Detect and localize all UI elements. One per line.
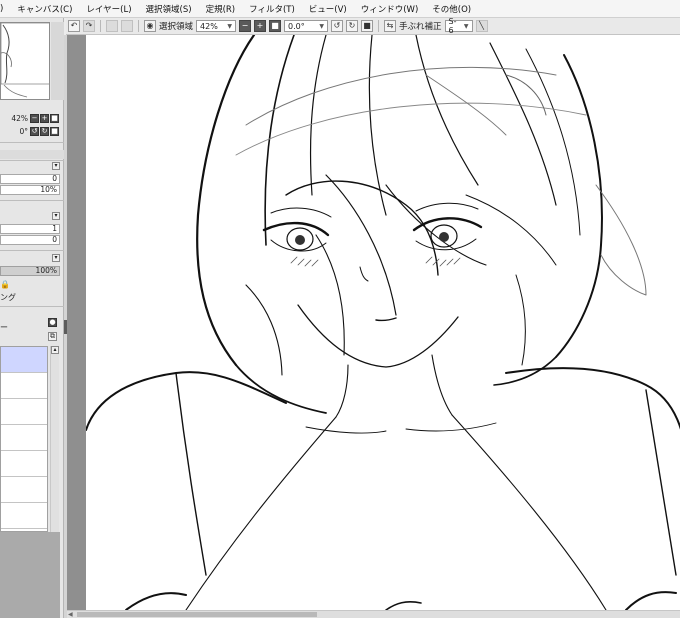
undo-icon[interactable]: ↶ bbox=[68, 20, 80, 32]
navigator-rotation-row: 0° ↺ ↻ ■ bbox=[0, 127, 64, 136]
layer-row[interactable] bbox=[1, 451, 47, 477]
canvas-workspace[interactable] bbox=[67, 35, 680, 610]
menu-item-layer[interactable]: レイヤー(L) bbox=[79, 3, 138, 15]
lock-icon[interactable]: 🔒 bbox=[0, 280, 10, 289]
panel-header bbox=[0, 150, 64, 159]
rotation-select[interactable]: 0.0° ▼ bbox=[284, 20, 329, 32]
app-window: ) キャンバス(C) レイヤー(L) 選択領域(S) 定規(R) フィルタ(T)… bbox=[0, 0, 680, 618]
menu-bar: ) キャンバス(C) レイヤー(L) 選択領域(S) 定規(R) フィルタ(T)… bbox=[0, 0, 680, 18]
layer-row[interactable] bbox=[1, 373, 47, 399]
menu-item-canvas[interactable]: キャンバス(C) bbox=[10, 3, 79, 15]
rotation-value: 0.0° bbox=[288, 21, 305, 31]
brush-field-1[interactable]: 0 bbox=[0, 174, 60, 184]
menu-item-window[interactable]: ウィンドウ(W) bbox=[354, 3, 426, 15]
drawing-canvas[interactable] bbox=[86, 35, 680, 610]
panel-divider bbox=[0, 250, 64, 251]
collapse-icon[interactable]: ▾ bbox=[52, 254, 60, 262]
brush-field-3[interactable]: 1 bbox=[0, 224, 60, 234]
horizontal-scrollbar[interactable]: ◀ bbox=[67, 610, 680, 618]
navigator-zoom-value: 42% bbox=[11, 114, 28, 123]
scroll-left-icon[interactable]: ◀ bbox=[68, 612, 75, 618]
stabilizer-select[interactable]: S-6 ▼ bbox=[444, 17, 473, 35]
toolbar-divider bbox=[378, 20, 380, 32]
layer-row[interactable] bbox=[1, 347, 47, 373]
opacity-slider[interactable]: 100% bbox=[0, 266, 60, 276]
new-layer-icon[interactable]: ● bbox=[48, 318, 57, 327]
reset-zoom-icon[interactable]: ■ bbox=[269, 20, 282, 32]
reset-zoom-icon[interactable]: ■ bbox=[50, 114, 59, 123]
zoom-out-icon[interactable]: − bbox=[30, 114, 39, 123]
navigator-sidebar bbox=[51, 22, 64, 100]
menu-item-partial[interactable]: ) bbox=[0, 4, 10, 14]
panel-divider bbox=[0, 306, 64, 307]
navigator-zoom-row: 42% − + ■ bbox=[0, 114, 64, 123]
zoom-in-icon[interactable]: + bbox=[40, 114, 49, 123]
layer-row[interactable] bbox=[1, 477, 47, 503]
rotate-left-icon[interactable]: ↺ bbox=[30, 127, 39, 136]
line-art-drawing bbox=[86, 35, 680, 610]
eye-icon[interactable]: ◉ bbox=[144, 20, 156, 32]
toolbar: ↶ ↷ ◉ 選択領域 42% ▼ − + ■ 0.0° ▼ ↺ ↻ ■ ⇆ 手ぶれ補… bbox=[66, 17, 680, 35]
layer-row[interactable] bbox=[1, 503, 47, 529]
toolbar-divider bbox=[100, 20, 101, 32]
panel-divider bbox=[0, 200, 64, 201]
zoom-out-icon[interactable]: − bbox=[239, 20, 252, 32]
navigator-thumbnail bbox=[1, 23, 49, 99]
collapse-icon[interactable]: ▾ bbox=[52, 162, 60, 170]
lock-label: ング bbox=[0, 293, 16, 302]
layer-row[interactable] bbox=[1, 425, 47, 451]
pen-icon[interactable]: ╲ bbox=[475, 20, 488, 32]
scrollbar-thumb[interactable] bbox=[77, 612, 317, 617]
chevron-down-icon: ▼ bbox=[319, 22, 325, 30]
menu-item-ruler[interactable]: 定規(R) bbox=[199, 3, 243, 15]
panel-divider bbox=[0, 142, 64, 143]
layer-panel-header: ー bbox=[0, 323, 8, 332]
reset-rotation-icon[interactable]: ■ bbox=[50, 127, 59, 136]
redo-icon[interactable]: ↷ bbox=[83, 20, 95, 32]
menu-item-selection[interactable]: 選択領域(S) bbox=[139, 3, 199, 15]
reset-rotation-icon[interactable]: ■ bbox=[361, 20, 374, 32]
collapse-icon[interactable]: ▾ bbox=[52, 212, 60, 220]
deselect-icon[interactable] bbox=[106, 20, 118, 32]
chevron-down-icon: ▼ bbox=[227, 22, 233, 30]
menu-item-view[interactable]: ビュー(V) bbox=[302, 3, 354, 15]
rotate-right-icon[interactable]: ↻ bbox=[346, 20, 359, 32]
menu-item-filter[interactable]: フィルタ(T) bbox=[242, 3, 302, 15]
panel-divider bbox=[0, 160, 64, 161]
selection-label: 選択領域 bbox=[159, 22, 194, 32]
navigator-rotation-value: 0° bbox=[19, 127, 28, 136]
left-panel: 42% − + ■ 0° ↺ ↻ ■ ▾ 0 10% ▾ 1 0 ▾ 100% … bbox=[0, 18, 64, 618]
rotate-left-icon[interactable]: ↺ bbox=[331, 20, 344, 32]
layer-list bbox=[0, 346, 48, 532]
navigator-preview[interactable] bbox=[0, 22, 50, 100]
layer-scrollbar[interactable]: ▴ bbox=[50, 346, 59, 532]
rotate-right-icon[interactable]: ↻ bbox=[40, 127, 49, 136]
chevron-down-icon: ▼ bbox=[463, 22, 469, 30]
layer-row[interactable] bbox=[1, 399, 47, 425]
brush-field-2[interactable]: 10% bbox=[0, 185, 60, 195]
invert-selection-icon[interactable] bbox=[121, 20, 133, 32]
layer-folder-icon[interactable]: ⧉ bbox=[48, 332, 57, 341]
layer-empty-area bbox=[0, 532, 60, 618]
stabilizer-label: 手ぶれ補正 bbox=[399, 22, 442, 32]
brush-field-4[interactable]: 0 bbox=[0, 235, 60, 245]
scroll-up-icon[interactable]: ▴ bbox=[51, 346, 59, 354]
flip-icon[interactable]: ⇆ bbox=[384, 20, 397, 32]
zoom-in-icon[interactable]: + bbox=[254, 20, 267, 32]
zoom-value: 42% bbox=[200, 21, 218, 31]
stabilizer-value: S-6 bbox=[448, 17, 457, 35]
zoom-select[interactable]: 42% ▼ bbox=[196, 20, 237, 32]
menu-item-other[interactable]: その他(O) bbox=[425, 3, 478, 15]
toolbar-divider bbox=[138, 20, 139, 32]
